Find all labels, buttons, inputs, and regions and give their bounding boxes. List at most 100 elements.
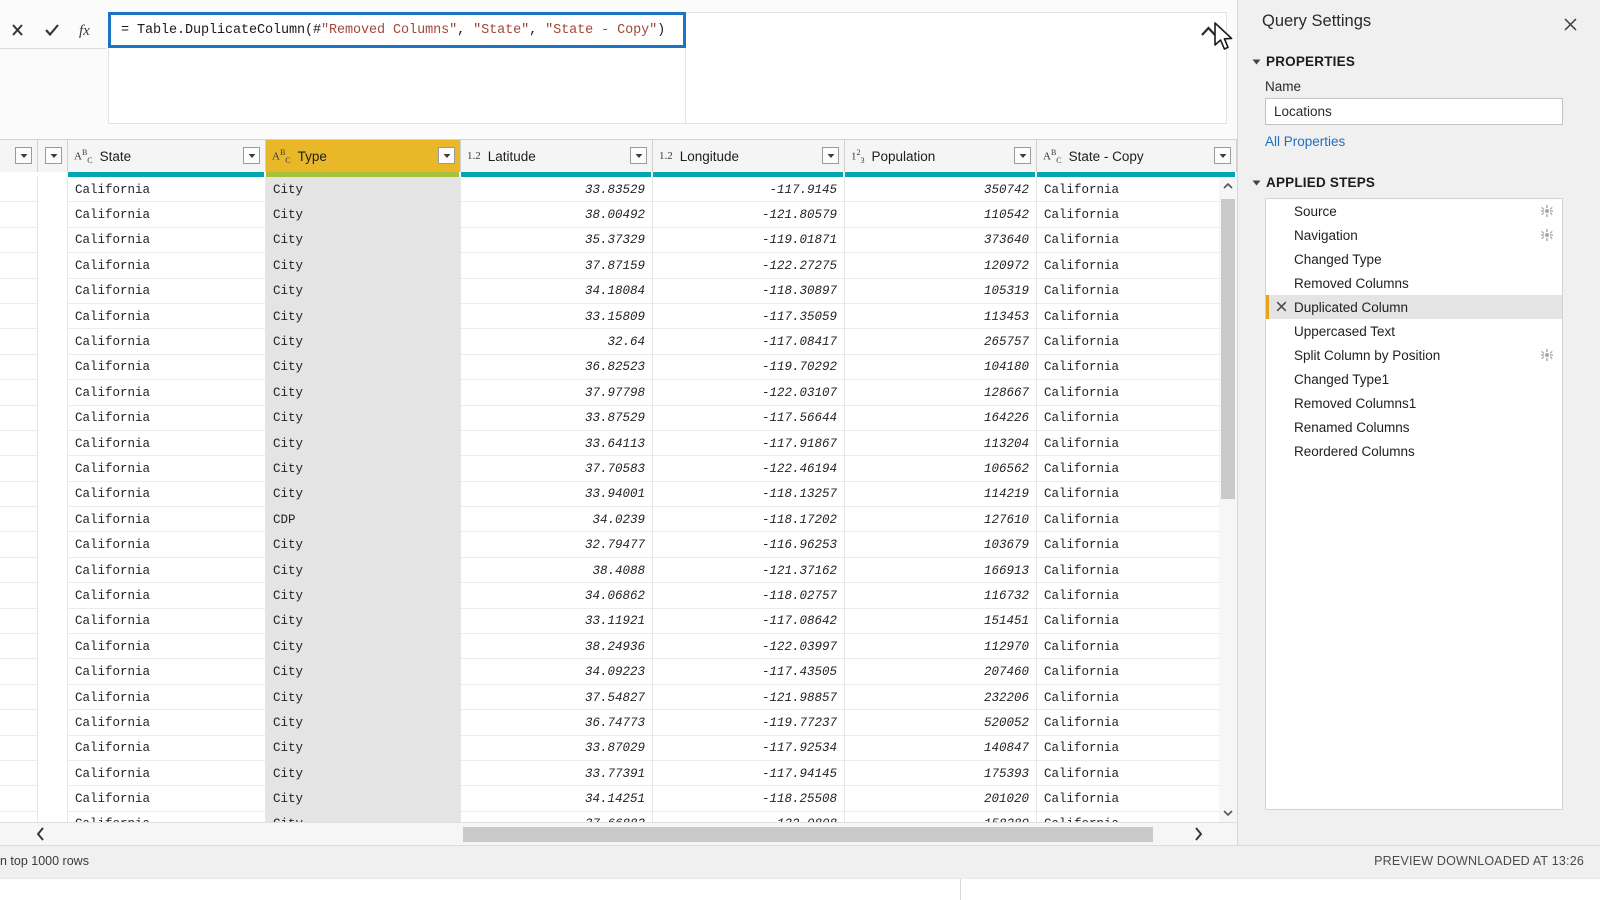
horizontal-scrollbar-thumb[interactable] (463, 827, 1153, 842)
table-row[interactable]: California City 34.09223 -117.43505 207460 Ca… (0, 659, 1237, 685)
cell-state-copy[interactable]: California (1037, 177, 1237, 203)
cell-state[interactable]: California (68, 380, 266, 406)
cell-type[interactable]: City (266, 177, 461, 203)
cell-latitude[interactable]: 33.15809 (461, 303, 653, 330)
cell-population[interactable]: 166913 (845, 557, 1037, 584)
cell-population[interactable]: 120972 (845, 253, 1037, 279)
filter-dropdown-button[interactable] (630, 147, 647, 164)
cell-population[interactable]: 113453 (845, 303, 1037, 330)
cell-type[interactable]: City (266, 608, 461, 635)
cell-population[interactable]: 232206 (845, 684, 1037, 711)
table-row[interactable]: California City 33.83529 -117.9145 350742 Cal… (0, 177, 1237, 203)
cell-type[interactable]: City (266, 659, 461, 685)
cell-state-copy[interactable]: California (1037, 380, 1237, 406)
cell-type[interactable]: City (266, 786, 461, 812)
cell-partial[interactable] (38, 430, 68, 457)
cell-partial[interactable] (38, 760, 68, 787)
cell-longitude[interactable]: -118.17202 (653, 507, 845, 533)
cell-type[interactable]: City (266, 684, 461, 711)
cell-partial[interactable] (38, 583, 68, 609)
cell-partial[interactable] (38, 278, 68, 304)
cell-longitude[interactable]: -121.37162 (653, 557, 845, 584)
cell-state[interactable]: California (68, 735, 266, 761)
cell-state-copy[interactable]: California (1037, 354, 1237, 381)
cell-longitude[interactable]: -122.27275 (653, 253, 845, 279)
cell-type[interactable]: City (266, 380, 461, 406)
cell-latitude[interactable]: 33.11921 (461, 608, 653, 635)
applied-step-reordered-columns[interactable]: Reordered Columns (1266, 439, 1562, 463)
cell-state-copy[interactable]: California (1037, 786, 1237, 812)
cell-latitude[interactable]: 33.87529 (461, 405, 653, 431)
applied-step-removed-columns[interactable]: Removed Columns (1266, 271, 1562, 295)
cell-state[interactable]: California (68, 253, 266, 279)
cell-state-copy[interactable]: California (1037, 253, 1237, 279)
cell-longitude[interactable]: -121.80579 (653, 202, 845, 228)
cell-state[interactable]: California (68, 278, 266, 304)
gear-icon[interactable] (1540, 348, 1553, 361)
table-row[interactable]: California City 33.77391 -117.94145 175393 Ca… (0, 760, 1237, 787)
filter-dropdown-button[interactable] (15, 147, 32, 164)
filter-dropdown-button[interactable] (243, 147, 260, 164)
cell-population[interactable]: 116732 (845, 583, 1037, 609)
vertical-scrollbar-thumb[interactable] (1221, 199, 1235, 499)
applied-step-split-column-by-position[interactable]: Split Column by Position (1266, 343, 1562, 367)
cell-state-copy[interactable]: California (1037, 608, 1237, 635)
column-header-partial-1[interactable] (38, 140, 68, 172)
cell-population[interactable]: 164226 (845, 405, 1037, 431)
cell-state[interactable]: California (68, 202, 266, 228)
cell-latitude[interactable]: 34.18084 (461, 278, 653, 304)
cell-latitude[interactable]: 38.24936 (461, 634, 653, 660)
table-row[interactable]: California City 34.18084 -118.30897 105319 Ca… (0, 278, 1237, 304)
cell-type[interactable]: City (266, 430, 461, 457)
cell-partial[interactable] (38, 608, 68, 635)
table-row[interactable]: California City 37.70583 -122.46194 106562 Ca… (0, 456, 1237, 482)
cell-partial[interactable] (38, 202, 68, 228)
column-header-partial-0[interactable] (0, 140, 38, 172)
applied-step-duplicated-column[interactable]: Duplicated Column (1266, 295, 1562, 319)
cell-type[interactable]: City (266, 710, 461, 736)
cell-population[interactable]: 110542 (845, 202, 1037, 228)
table-row[interactable]: California City 38.4088 -121.37162 166913 Cal… (0, 557, 1237, 584)
all-properties-link[interactable]: All Properties (1265, 134, 1345, 149)
cell-state-copy[interactable]: California (1037, 583, 1237, 609)
table-row[interactable]: California City 37.54827 -121.98857 232206 Ca… (0, 684, 1237, 711)
column-header-latitude[interactable]: 1.2 Latitude (461, 140, 653, 172)
chevron-up-icon[interactable] (1219, 177, 1237, 195)
cell-longitude[interactable]: -117.08417 (653, 329, 845, 355)
cell-population[interactable]: 114219 (845, 481, 1037, 508)
cell-latitude[interactable]: 32.79477 (461, 532, 653, 558)
close-icon[interactable] (1558, 12, 1582, 36)
cell-row-stub[interactable] (0, 760, 38, 787)
cell-partial[interactable] (38, 735, 68, 761)
chevron-right-icon[interactable] (1185, 823, 1211, 845)
chevron-up-icon[interactable] (1195, 20, 1221, 42)
cell-row-stub[interactable] (0, 278, 38, 304)
table-row[interactable]: California City 32.64 -117.08417 265757 Calif… (0, 329, 1237, 355)
gear-icon[interactable] (1540, 228, 1553, 241)
cell-longitude[interactable]: -117.08642 (653, 608, 845, 635)
cell-longitude[interactable]: -121.98857 (653, 684, 845, 711)
cell-partial[interactable] (38, 380, 68, 406)
filter-dropdown-button[interactable] (1214, 147, 1231, 164)
column-header-state-copy[interactable]: ABC State - Copy (1037, 140, 1237, 172)
cell-type[interactable]: City (266, 557, 461, 584)
cell-latitude[interactable]: 32.64 (461, 329, 653, 355)
cell-state[interactable]: California (68, 507, 266, 533)
cell-partial[interactable] (38, 659, 68, 685)
column-header-population[interactable]: 123 Population (845, 140, 1037, 172)
cell-partial[interactable] (38, 405, 68, 431)
cell-latitude[interactable]: 33.87029 (461, 735, 653, 761)
formula-input[interactable]: = Table.DuplicateColumn(#"Removed Column… (108, 12, 686, 48)
cell-latitude[interactable]: 36.74773 (461, 710, 653, 736)
cell-state-copy[interactable]: California (1037, 634, 1237, 660)
cell-population[interactable]: 520052 (845, 710, 1037, 736)
cell-row-stub[interactable] (0, 786, 38, 812)
cell-row-stub[interactable] (0, 557, 38, 584)
cell-state[interactable]: California (68, 557, 266, 584)
cell-type[interactable]: City (266, 278, 461, 304)
cell-state-copy[interactable]: California (1037, 227, 1237, 254)
cell-population[interactable]: 350742 (845, 177, 1037, 203)
cell-state[interactable]: California (68, 760, 266, 787)
cell-state[interactable]: California (68, 456, 266, 482)
cell-longitude[interactable]: -117.91867 (653, 430, 845, 457)
